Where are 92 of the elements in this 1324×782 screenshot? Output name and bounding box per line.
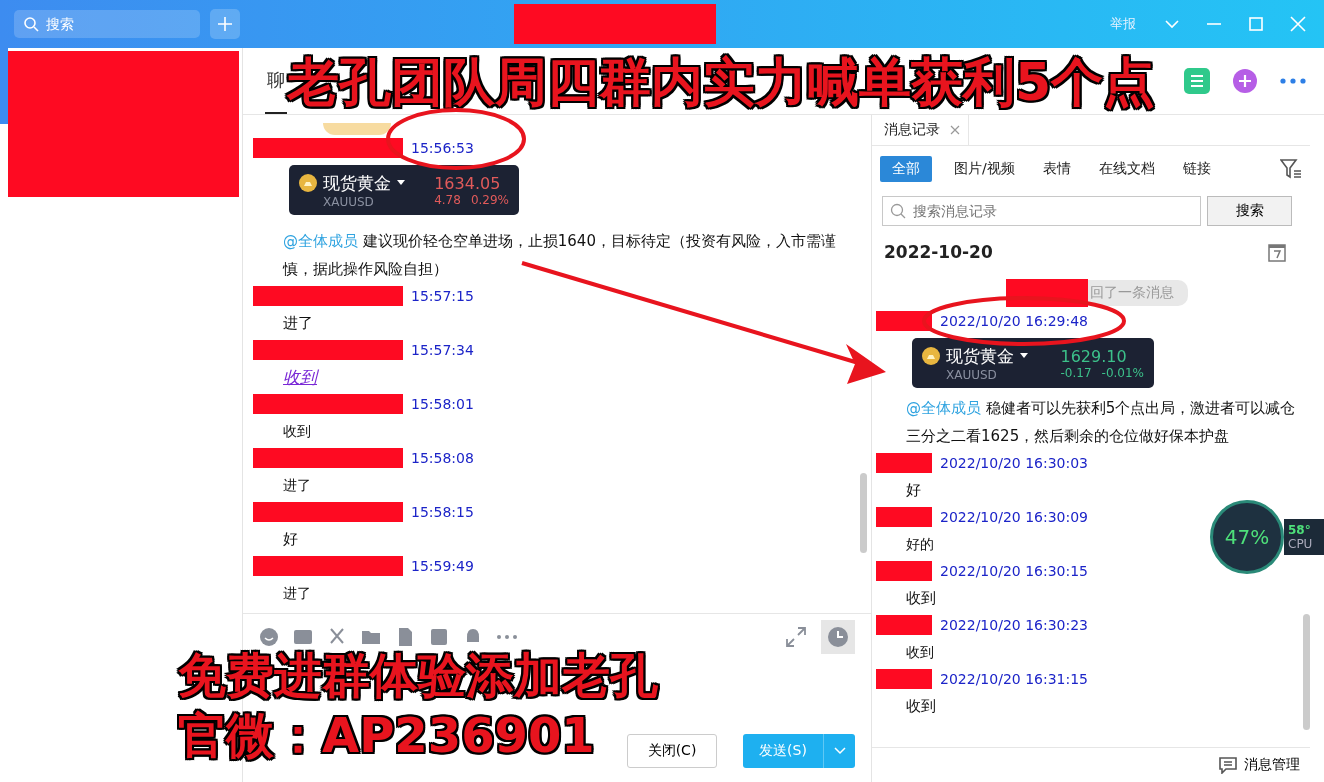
history-tab[interactable]: 消息记录 [884,121,940,139]
quote-name: 现货黄金 [323,171,391,195]
message-time: 15:58:08 [411,450,474,466]
message-time: 2022/10/20 16:30:15 [940,563,1089,579]
history-button[interactable] [821,620,855,654]
message-text: 进了 [283,476,311,495]
message-time: 15:58:15 [411,504,474,520]
clock-icon [827,626,849,648]
message-text: 进了 [283,313,313,334]
search-icon [890,203,906,219]
more-icon [497,635,517,639]
filter-tab[interactable]: 链接 [1176,156,1217,182]
quote-symbol: XAUUSD [323,194,375,209]
message-time: 2022/10/20 16:30:09 [940,509,1089,525]
message-time: 2022/10/20 16:30:03 [940,455,1089,471]
close-tab-button[interactable] [950,125,960,135]
close-icon [1289,15,1307,33]
search-icon [23,16,39,32]
caret-icon [397,180,405,186]
annotation-text: 官微：AP236901 [178,708,595,762]
redaction-block [876,669,932,689]
coin-icon [299,174,317,192]
cpu-label: CPU [1288,537,1314,551]
message-text: 收到 [906,696,936,717]
course-icon [1184,68,1210,94]
manage-messages-button[interactable]: 消息管理 [1218,756,1300,774]
calendar-icon [1268,242,1286,262]
quote-name: 现货黄金 [946,344,1014,368]
coin-icon [922,347,940,365]
message-text: 进了 [283,584,311,603]
send-options-button[interactable] [823,734,855,768]
redaction-block [876,561,932,581]
minimize-icon [1206,23,1222,25]
expand-icon [785,626,807,648]
date-label: 2022-10-20 [884,242,993,262]
message-text: 收到 [906,643,934,662]
message-time: 15:59:49 [411,558,474,574]
close-icon [950,125,960,135]
message-text: 好 [283,529,298,550]
smile-icon [259,627,279,647]
quote-change: -0.17 [1060,365,1092,380]
quote-percent: 0.29% [470,192,509,207]
annotation-headline: 老孔团队周四群内实力喊单获利5个点 [287,52,1156,112]
message-text: 收到 [906,588,936,609]
sticker-image [323,123,391,135]
quote-percent: -0.01% [1101,365,1144,380]
message-time: 2022/10/20 16:31:15 [940,671,1089,687]
chevron-down-icon [833,747,846,755]
message-time: 15:57:34 [411,342,474,358]
message-text: @全体成员 稳健者可以先获利5个点出局，激进者可以减仓三分之二看1625，然后剩余的仓位做好保本护盘 [906,398,1297,447]
image-icon [429,627,449,647]
message-time: 2022/10/20 16:30:23 [940,617,1089,633]
plus-icon [217,16,233,32]
gif-icon [293,627,313,647]
cpu-load: 47% [1224,525,1270,549]
caret-icon [1020,353,1028,359]
message-text: 好 [906,480,921,501]
message-link[interactable]: 收到 [283,363,317,391]
search-button[interactable]: 搜索 [1207,196,1292,226]
scrollbar-thumb[interactable] [860,473,867,553]
message-icon [1218,756,1238,774]
add-circle-icon [1232,68,1258,94]
close-button[interactable]: 关闭(C) [627,734,717,768]
quote-symbol: XAUUSD [946,367,998,382]
filter-tab[interactable]: 在线文档 [1092,156,1161,182]
message-time: 15:58:01 [411,396,474,412]
message-time: 15:57:15 [411,288,474,304]
maximize-icon [1247,15,1265,33]
message-text: 收到 [283,422,311,441]
more-icon [1280,78,1306,84]
message-text: @全体成员 建议现价轻仓空单进场，止损1640，目标待定（投资有风险，入市需谨慎，据此操作风险自担） [283,231,837,280]
cpu-temperature: 58° [1288,523,1312,537]
filter-tab[interactable]: 表情 [1036,156,1077,182]
quote-change: 4.78 [434,192,461,207]
message-text: 好的 [906,535,934,554]
search-field[interactable]: 搜索消息记录 [882,196,1201,226]
message-time: 15:56:53 [411,140,474,156]
redaction-block [876,507,932,527]
chat-tab[interactable]: 聊 [265,48,287,114]
add-button[interactable] [210,9,240,39]
annotation-text: 免费进群体验添加老孔 [178,648,658,702]
filter-icon [1280,159,1302,179]
message-time: 2022/10/20 16:29:48 [940,313,1089,329]
redaction-block [876,311,932,331]
filter-tab[interactable]: 全部 [880,156,932,182]
quote-price: 1634.05 [434,173,501,193]
scrollbar-thumb[interactable] [1303,614,1310,730]
redaction-block [876,453,932,473]
quote-price: 1629.10 [1060,346,1127,366]
system-notice: 回了一条消息 [1088,280,1188,306]
redaction-block [876,615,932,635]
filter-tab[interactable]: 图片/视频 [948,156,1021,182]
